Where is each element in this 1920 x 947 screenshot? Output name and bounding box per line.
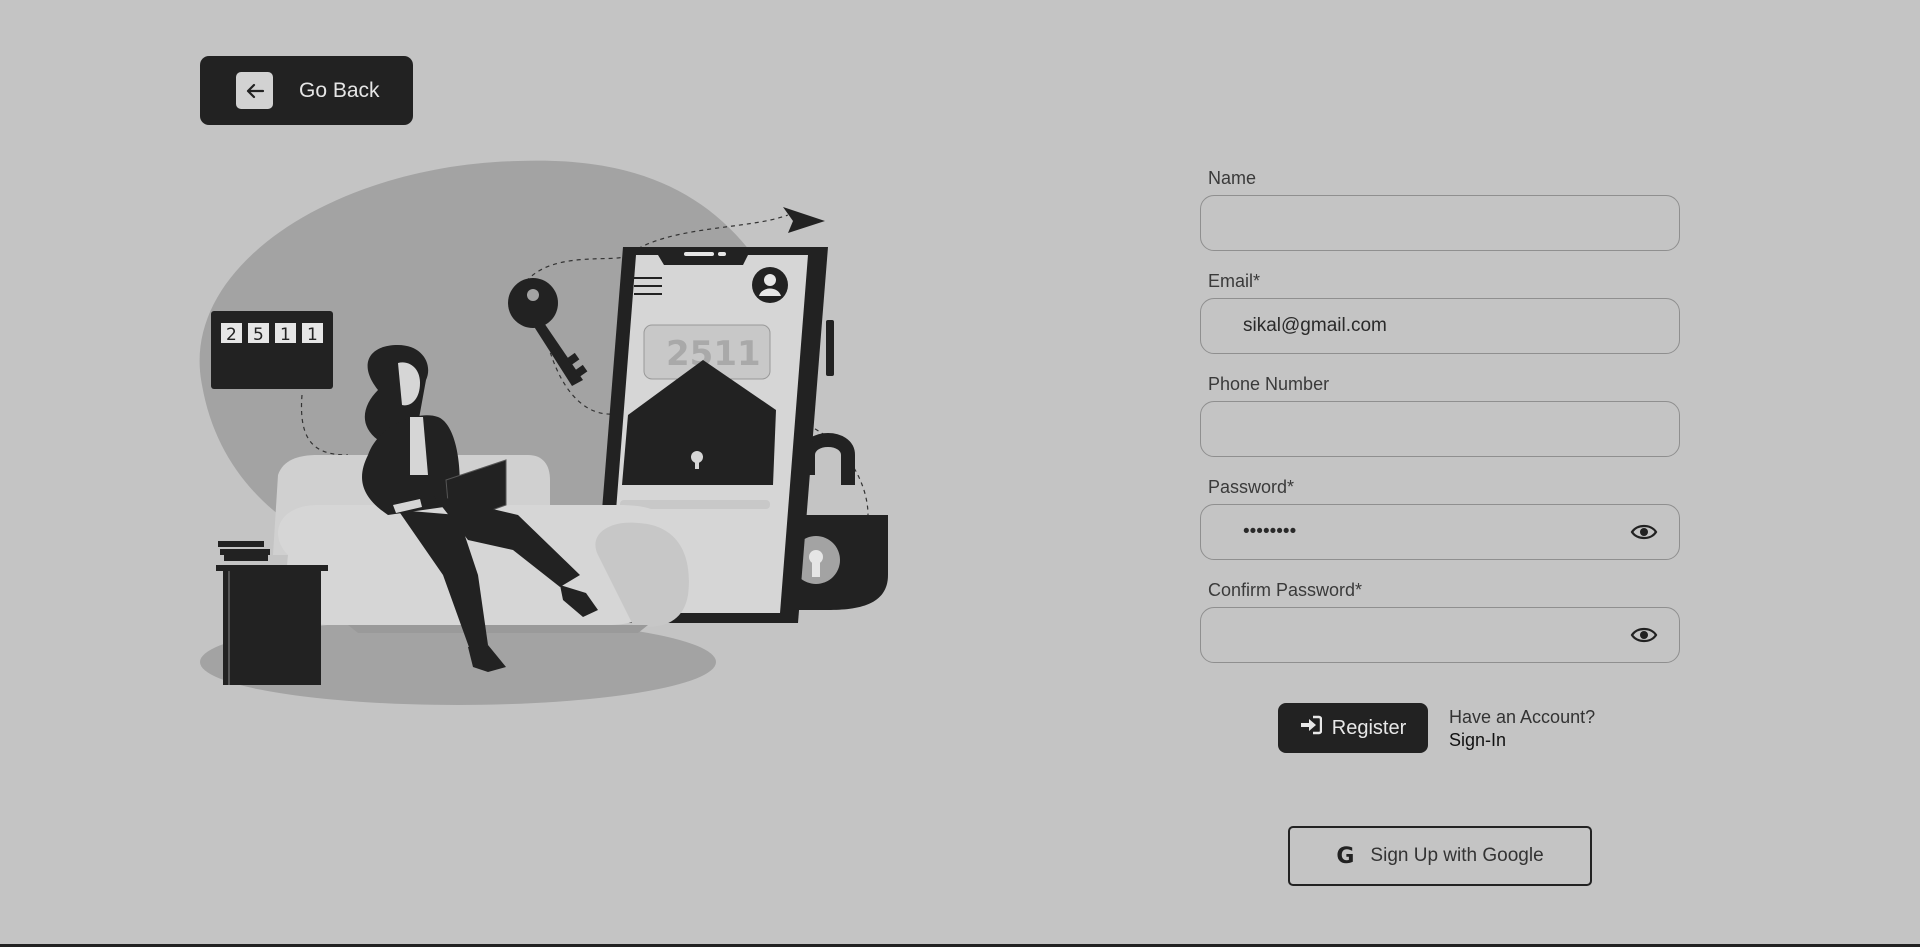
register-form: Name Email* Phone Number Password* Confi…: [1200, 165, 1680, 680]
combination-lock: 2 5 1 1: [211, 311, 333, 389]
security-illustration: 2 5 1 1 2511: [188, 155, 900, 715]
name-field-wrapper: [1200, 195, 1680, 251]
phone-field-wrapper: [1200, 401, 1680, 457]
password-input[interactable]: [1201, 505, 1679, 559]
combo-digit: 1: [307, 325, 318, 345]
email-field-wrapper: [1200, 298, 1680, 354]
register-button[interactable]: Register: [1278, 703, 1428, 753]
password-label: Password*: [1208, 477, 1295, 497]
register-page: Go Back 2 5 1 1 2511 Name Email* sikal@g…: [0, 0, 1920, 947]
password-field-wrapper: [1200, 504, 1680, 560]
phone-input[interactable]: [1201, 402, 1679, 456]
have-account-block: Have an Account? Sign-In: [1449, 706, 1595, 752]
confirm-password-label: Confirm Password*: [1208, 580, 1363, 600]
arrow-left-icon: [236, 72, 273, 109]
go-back-label: Go Back: [299, 78, 380, 102]
google-signup-button[interactable]: G Sign Up with Google: [1288, 826, 1592, 886]
combo-digit: 5: [253, 325, 264, 345]
phone-label: Phone Number: [1208, 374, 1330, 394]
google-signup-label: Sign Up with Google: [1370, 845, 1544, 866]
combo-digit: 2: [226, 325, 237, 345]
eye-icon[interactable]: [1629, 625, 1659, 645]
form-actions: Register Have an Account? Sign-In: [1278, 703, 1595, 753]
google-g-icon: G: [1336, 843, 1355, 869]
paper-plane-icon: [783, 207, 825, 233]
combo-digit: 1: [280, 325, 291, 345]
email-label: Email*: [1208, 271, 1261, 291]
sign-in-link[interactable]: Sign-In: [1449, 729, 1595, 752]
register-label: Register: [1331, 716, 1407, 739]
email-input[interactable]: [1201, 299, 1679, 353]
eye-icon[interactable]: [1629, 522, 1659, 542]
confirm-password-field-wrapper: [1200, 607, 1680, 663]
name-input[interactable]: [1201, 196, 1679, 250]
have-account-text: Have an Account?: [1449, 707, 1596, 727]
sign-in-icon: [1300, 715, 1322, 741]
confirm-password-input[interactable]: [1201, 608, 1679, 662]
name-label: Name: [1208, 168, 1257, 188]
go-back-button[interactable]: Go Back: [200, 56, 413, 125]
